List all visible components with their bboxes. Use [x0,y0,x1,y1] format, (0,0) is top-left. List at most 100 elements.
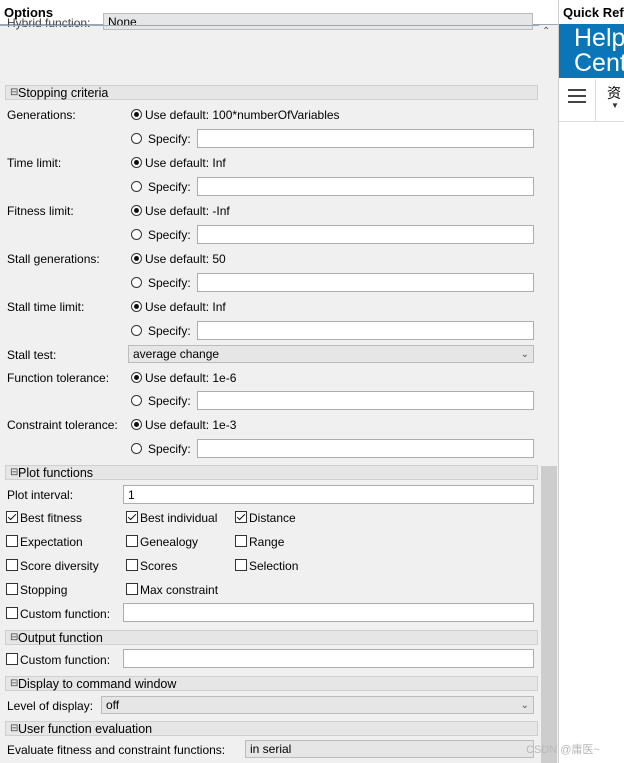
section-output-function[interactable]: ⊟ Output function [5,630,538,645]
help-center-line1: Help [574,24,624,52]
expectation-checkbox[interactable] [6,535,18,547]
constraint-tolerance-default-radio[interactable] [131,419,142,430]
section-title: User function evaluation [18,722,153,736]
best-fitness-label: Best fitness [20,511,83,525]
time-limit-label: Time limit: [7,156,62,170]
genealogy-checkbox[interactable] [126,535,138,547]
scrollbar-thumb[interactable] [541,466,557,763]
max-constraint-label: Max constraint [140,583,219,597]
stopping-checkbox[interactable] [6,583,18,595]
distance-label: Distance [249,511,296,525]
chevron-down-icon: ⌄ [520,349,529,360]
selection-label: Selection [249,559,299,573]
generations-specify-input[interactable] [197,129,534,148]
generations-specify-label: Specify: [148,132,191,146]
time-limit-specify-input[interactable] [197,177,534,196]
section-user-function-evaluation[interactable]: ⊟ User function evaluation [5,721,538,736]
section-title: Display to command window [18,677,177,691]
stall-test-select[interactable]: average change ⌄ [128,345,534,363]
section-display-command-window[interactable]: ⊟ Display to command window [5,676,538,691]
generations-label: Generations: [7,108,76,122]
stall-test-value: average change [133,347,220,361]
quick-reference-panel: Quick Reference Help Center 资 ▼ [559,0,624,763]
generations-default-label: Use default: 100*numberOfVariables [145,108,340,122]
function-tolerance-specify-radio[interactable] [131,395,142,406]
help-toolbar: 资 ▼ [559,79,624,122]
best-fitness-checkbox[interactable] [6,511,18,523]
stall-generations-default-label: Use default: 50 [145,252,226,266]
fitness-limit-specify-radio[interactable] [131,229,142,240]
plot-interval-label: Plot interval: [7,488,74,502]
generations-default-radio[interactable] [131,109,142,120]
section-title: Stopping criteria [18,86,109,100]
stall-time-limit-specify-radio[interactable] [131,325,142,336]
selection-checkbox[interactable] [235,559,247,571]
stall-time-limit-specify-label: Specify: [148,324,191,338]
function-tolerance-default-label: Use default: 1e-6 [145,371,237,385]
section-stopping-criteria[interactable]: ⊟ Stopping criteria [5,85,538,100]
scroll-up-arrow-icon[interactable]: ⌃ [542,26,550,37]
time-limit-default-radio[interactable] [131,157,142,168]
quick-reference-title: Quick Reference [563,5,624,20]
time-limit-specify-radio[interactable] [131,181,142,192]
function-tolerance-default-radio[interactable] [131,372,142,383]
level-of-display-value: off [106,698,120,712]
stall-generations-default-radio[interactable] [131,253,142,264]
plot-custom-function-label: Custom function: [20,607,111,621]
fitness-limit-default-label: Use default: -Inf [145,204,230,218]
section-title: Plot functions [18,466,94,480]
fitness-limit-label: Fitness limit: [7,204,74,218]
fitness-limit-specify-input[interactable] [197,225,534,244]
score-diversity-label: Score diversity [20,559,99,573]
output-custom-function-input[interactable] [123,649,534,668]
help-center-line2: Center [574,49,624,77]
stall-generations-specify-label: Specify: [148,276,191,290]
fitness-limit-specify-label: Specify: [148,228,191,242]
section-title: Output function [18,631,103,645]
resources-label[interactable]: 资 [607,83,621,103]
stopping-label: Stopping [20,583,68,597]
level-of-display-select[interactable]: off ⌄ [101,696,534,714]
stall-generations-specify-radio[interactable] [131,277,142,288]
range-label: Range [249,535,285,549]
output-custom-function-checkbox[interactable] [6,653,18,665]
evaluate-functions-select[interactable]: in serial [245,740,534,758]
genealogy-label: Genealogy [140,535,199,549]
fitness-limit-default-radio[interactable] [131,205,142,216]
distance-checkbox[interactable] [235,511,247,523]
plot-custom-function-input[interactable] [123,603,534,622]
generations-specify-radio[interactable] [131,133,142,144]
max-constraint-checkbox[interactable] [126,583,138,595]
best-individual-checkbox[interactable] [126,511,138,523]
stall-generations-label: Stall generations: [7,252,100,266]
plot-custom-function-checkbox[interactable] [6,607,18,619]
range-checkbox[interactable] [235,535,247,547]
hybrid-function-select[interactable]: None [103,13,533,30]
stall-time-limit-default-label: Use default: Inf [145,300,226,314]
scores-checkbox[interactable] [126,559,138,571]
best-individual-label: Best individual [140,511,218,525]
constraint-tolerance-specify-label: Specify: [148,442,191,456]
stall-generations-specify-input[interactable] [197,273,534,292]
plot-interval-input[interactable]: 1 [123,485,534,504]
score-diversity-checkbox[interactable] [6,559,18,571]
help-center-banner[interactable]: Help Center [559,24,624,78]
section-plot-functions[interactable]: ⊟ Plot functions [5,465,538,480]
constraint-tolerance-label: Constraint tolerance: [7,418,118,432]
stall-test-label: Stall test: [7,348,57,362]
caret-down-icon[interactable]: ▼ [611,101,619,110]
stall-time-limit-default-radio[interactable] [131,301,142,312]
constraint-tolerance-specify-input[interactable] [197,439,534,458]
hybrid-function-value: None [108,15,137,29]
chevron-down-icon: ⌄ [520,700,529,711]
constraint-tolerance-specify-radio[interactable] [131,443,142,454]
stall-time-limit-specify-input[interactable] [197,321,534,340]
hybrid-function-label: Hybrid function: [7,16,91,30]
scores-label: Scores [140,559,178,573]
function-tolerance-label: Function tolerance: [7,371,110,385]
function-tolerance-specify-input[interactable] [197,391,534,410]
hamburger-menu-icon[interactable] [568,89,586,103]
time-limit-specify-label: Specify: [148,180,191,194]
evaluate-functions-label: Evaluate fitness and constraint function… [7,743,226,757]
toolbar-divider [595,79,596,121]
